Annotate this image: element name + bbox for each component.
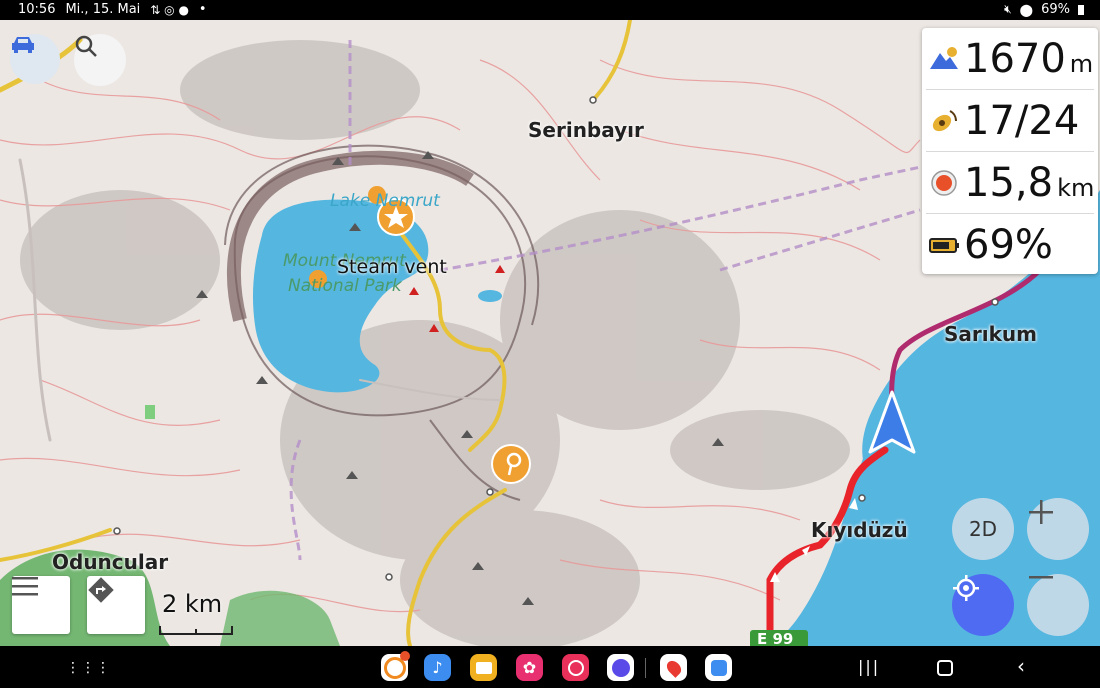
gps-value: 17/24 (964, 97, 1080, 144)
dot-icon: • (198, 2, 207, 17)
info-widgets-panel: 1670 m 17/24 15,8 km 69% (922, 28, 1098, 274)
app-drawer-icon[interactable]: ⋮⋮⋮ (66, 660, 111, 676)
widget-distance[interactable]: 15,8 km (922, 152, 1098, 213)
status-battery: 69% (1041, 2, 1070, 17)
menu-button[interactable] (12, 576, 70, 634)
navigation-profile-button[interactable] (10, 34, 60, 84)
mute-icon: 🔇︎ (1004, 2, 1012, 16)
recent-apps-icon[interactable]: ||| (858, 657, 880, 676)
label-sarikum: Sarıkum (944, 322, 1037, 346)
home-icon[interactable] (937, 660, 953, 676)
label-lake-nemrut: Lake Nemrut (330, 191, 440, 211)
label-kiyiduzu: Kıyıdüzü (811, 518, 908, 542)
my-location-button[interactable] (952, 574, 1014, 636)
app-icon-translate[interactable] (705, 654, 732, 681)
battery-icon (929, 237, 959, 253)
car-icon (12, 37, 34, 53)
distance-icon (931, 169, 957, 196)
widget-battery[interactable]: 69% (922, 214, 1098, 275)
battery-value: 69% (964, 221, 1053, 268)
crosshair-icon (953, 575, 979, 601)
notification-icon: ⇅ ◎ ● (150, 2, 189, 17)
distance-unit: km (1057, 173, 1095, 202)
widget-altitude[interactable]: 1670 m (922, 28, 1098, 89)
altitude-unit: m (1069, 49, 1094, 78)
minus-icon (1029, 576, 1053, 579)
directions-button[interactable] (87, 576, 145, 634)
app-icon-files[interactable] (470, 654, 497, 681)
back-icon[interactable]: ‹ (1017, 654, 1025, 678)
app-icon-gallery[interactable]: ✿ (516, 654, 543, 681)
status-bar: 10:56 Mi., 15. Mai ⇅ ◎ ● • 🔇︎ ⬤ 69% (0, 0, 1100, 20)
hamburger-icon (12, 577, 38, 596)
scale-label: 2 km (162, 590, 223, 618)
notification-badge (400, 651, 410, 661)
satellite-icon (932, 109, 957, 131)
app-icon-music[interactable]: ♪ (424, 654, 451, 681)
location-icon: ⬤ (1019, 2, 1034, 17)
plus-icon (1029, 500, 1053, 524)
label-serinbayir: Serinbayır (528, 118, 644, 142)
directions-icon (88, 577, 114, 603)
app-icon-camera[interactable] (562, 654, 589, 681)
system-nav-bar: ⋮⋮⋮ ♪ ✿ ||| ‹ (0, 646, 1100, 688)
map-mode-label: 2D (968, 517, 998, 541)
search-button[interactable] (74, 34, 126, 86)
status-time: 10:56 (18, 2, 56, 17)
widget-gps[interactable]: 17/24 (922, 90, 1098, 151)
zoom-out-button[interactable] (1027, 574, 1089, 636)
distance-value: 15,8 (964, 159, 1054, 206)
altitude-value: 1670 (964, 35, 1066, 82)
zoom-in-button[interactable] (1027, 498, 1089, 560)
search-icon (75, 35, 97, 57)
map-mode-button[interactable]: 2D (952, 498, 1014, 560)
status-date: Mi., 15. Mai (65, 2, 141, 17)
app-icon-internet[interactable] (607, 654, 634, 681)
label-oduncular: Oduncular (52, 550, 169, 574)
label-park-line2: National Park (288, 276, 402, 296)
battery-status-icon (1078, 4, 1084, 15)
app-icon-maps[interactable] (660, 654, 687, 681)
nav-divider (645, 658, 646, 678)
altitude-icon (930, 46, 958, 69)
road-shield-e99: E 99 (757, 630, 794, 646)
label-steam-vent: Steam vent (337, 256, 447, 278)
